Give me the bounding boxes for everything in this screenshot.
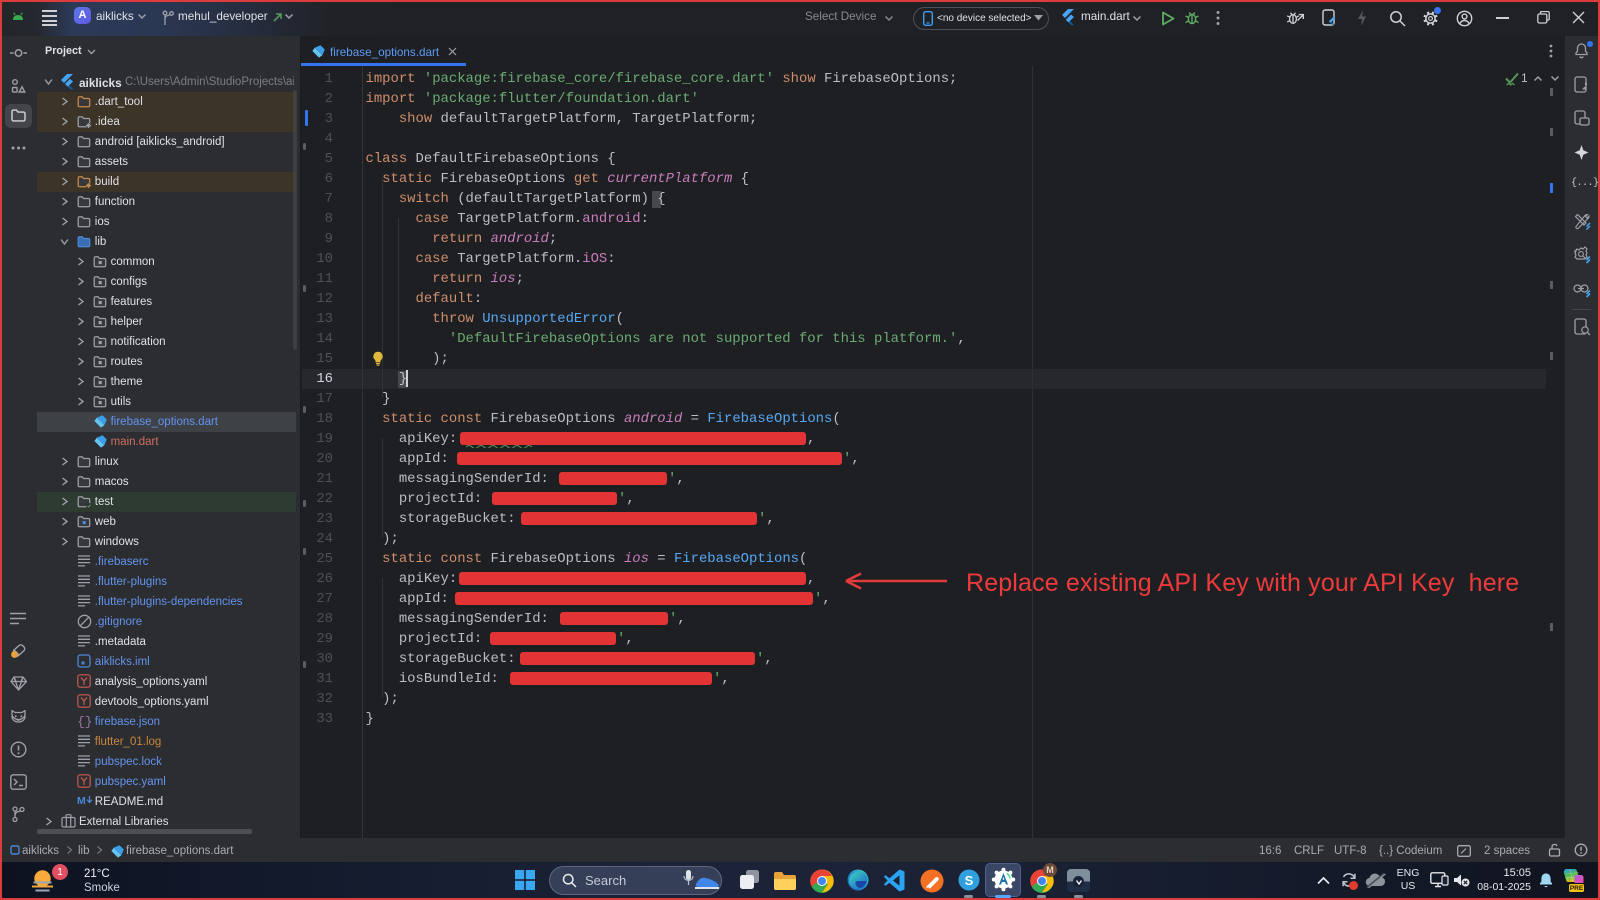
svg-text:M: M [77,795,86,806]
svg-text:S: S [965,873,974,888]
svg-text:{}: {} [77,715,92,729]
